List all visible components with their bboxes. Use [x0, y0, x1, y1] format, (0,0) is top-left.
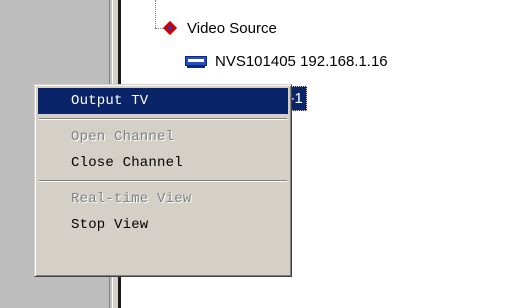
context-menu: Output TV Open Channel Close Channel Rea… [34, 84, 292, 277]
menu-item-real-time-view[interactable]: Real-time View [38, 186, 288, 212]
tree-node-label: Video Source [187, 19, 277, 37]
tree-connector-horizontal [155, 28, 163, 29]
tree-node-label: NVS101405 192.168.1.16 [215, 52, 388, 70]
menu-item-open-channel[interactable]: Open Channel [38, 124, 288, 150]
menu-separator [38, 176, 288, 186]
network-device-icon [185, 54, 207, 68]
menu-separator [38, 114, 288, 124]
menu-item-output-tv[interactable]: Output TV [38, 88, 288, 114]
menu-item-close-channel[interactable]: Close Channel [38, 150, 288, 176]
tree-node-video-source[interactable]: Video Source [163, 17, 277, 39]
diamond-source-icon [163, 21, 177, 35]
menu-item-stop-view[interactable]: Stop View [38, 212, 288, 238]
tree-connector-vertical [155, 0, 156, 28]
tree-node-device[interactable]: NVS101405 192.168.1.16 [185, 50, 388, 72]
